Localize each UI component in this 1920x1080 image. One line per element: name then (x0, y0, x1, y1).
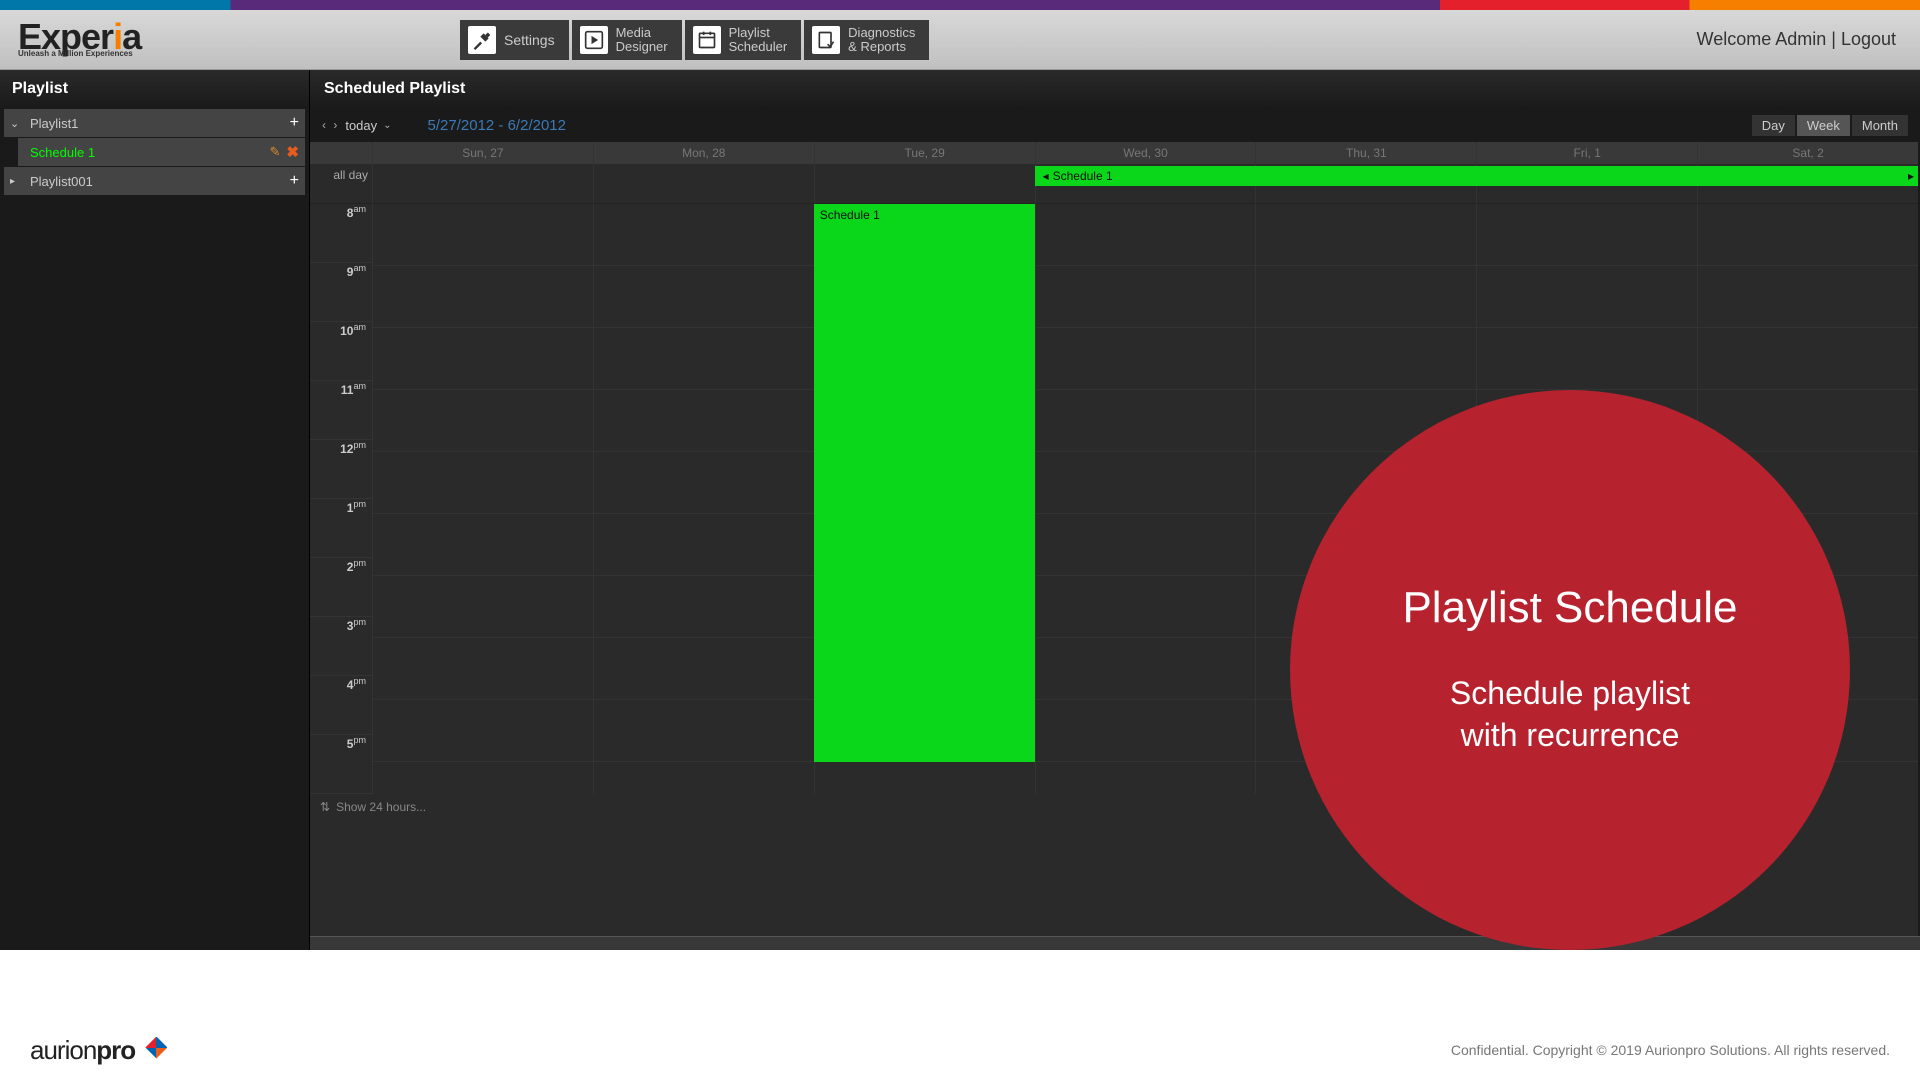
nav-settings[interactable]: Settings (460, 20, 569, 60)
calendar-toolbar: ‹ › today ⌄ 5/27/2012 - 6/2/2012 Day Wee… (310, 108, 1920, 142)
time-label: 9am (310, 263, 372, 322)
time-label: 1pm (310, 499, 372, 558)
day-header: Tue, 29 (814, 142, 1035, 164)
playlist-label: Playlist001 (24, 174, 290, 189)
allday-label: all day (310, 164, 372, 203)
date-range-label: 5/27/2012 - 6/2/2012 (428, 117, 566, 134)
report-icon (812, 26, 840, 54)
nav-buttons: Settings Media Designer Playlist Schedul… (460, 20, 929, 60)
wrench-icon (468, 26, 496, 54)
view-month[interactable]: Month (1852, 115, 1908, 136)
copyright-text: Confidential. Copyright © 2019 Aurionpro… (1451, 1042, 1890, 1058)
sidebar: Playlist ⌄ Playlist1 + Schedule 1 ✎ ✖ ▸ … (0, 70, 310, 950)
time-label: 10am (310, 322, 372, 381)
day-header: Thu, 31 (1255, 142, 1476, 164)
today-button[interactable]: today (345, 118, 377, 133)
nav-settings-label: Settings (504, 32, 555, 48)
time-label: 3pm (310, 617, 372, 676)
callout-title: Playlist Schedule (1402, 583, 1737, 633)
allday-row: all day ◂ Schedule 1 ▸ (310, 164, 1918, 204)
add-icon[interactable]: + (290, 114, 299, 132)
time-labels: 8am9am10am11am12pm1pm2pm3pm4pm5pm (310, 204, 372, 794)
nav-diag-label: Diagnostics & Reports (848, 26, 915, 55)
time-label: 8am (310, 204, 372, 263)
nav-diagnostics[interactable]: Diagnostics & Reports (804, 20, 929, 60)
view-switcher: Day Week Month (1752, 115, 1908, 136)
prev-next-arrows[interactable]: ‹ › (322, 118, 339, 132)
day-header: Mon, 28 (593, 142, 814, 164)
time-label: 4pm (310, 676, 372, 735)
nav-media-designer[interactable]: Media Designer (572, 20, 682, 60)
sidebar-title: Playlist (0, 70, 309, 108)
tagline: Unleash a Million Experiences (18, 49, 141, 58)
logout-link[interactable]: Logout (1841, 29, 1896, 49)
day-header: Sat, 2 (1697, 142, 1918, 164)
footer-flag-icon (145, 1037, 167, 1059)
allday-cells: ◂ Schedule 1 ▸ (372, 164, 1918, 203)
left-continue-icon: ◂ (1043, 169, 1049, 183)
main-title: Scheduled Playlist (310, 70, 1920, 108)
playlist-row-playlist1[interactable]: ⌄ Playlist1 + (4, 109, 305, 137)
day-header: Wed, 30 (1035, 142, 1256, 164)
show-24h-link[interactable]: Show 24 hours... (336, 800, 426, 814)
right-continue-icon: ▸ (1908, 169, 1914, 183)
playlist-row-playlist001[interactable]: ▸ Playlist001 + (4, 167, 305, 195)
play-icon (580, 26, 608, 54)
calendar-icon (693, 26, 721, 54)
allday-event-schedule1[interactable]: ◂ Schedule 1 ▸ (1035, 166, 1918, 186)
nav-playlist-scheduler[interactable]: Playlist Scheduler (685, 20, 802, 60)
logo-block: Experia Unleash a Million Experiences (0, 21, 141, 58)
view-day[interactable]: Day (1752, 115, 1795, 136)
callout-subtitle: Schedule playlist with recurrence (1450, 673, 1690, 756)
day-column[interactable] (372, 204, 593, 794)
scrollbar-area[interactable] (310, 936, 1920, 950)
app-header: Experia Unleash a Million Experiences Se… (0, 10, 1920, 70)
add-icon[interactable]: + (290, 172, 299, 190)
chevron-right-icon[interactable]: ▸ (10, 176, 24, 187)
chevron-down-icon[interactable]: ⌄ (10, 117, 24, 130)
day-headers: Sun, 27 Mon, 28 Tue, 29 Wed, 30 Thu, 31 … (310, 142, 1918, 164)
day-header: Sun, 27 (372, 142, 593, 164)
day-column[interactable] (593, 204, 814, 794)
timed-event-schedule1[interactable]: Schedule 1 (814, 204, 1035, 762)
welcome-text: Welcome Admin | Logout (1697, 29, 1896, 50)
day-column[interactable] (1035, 204, 1256, 794)
page-footer: aurionpro Confidential. Copyright © 2019… (0, 1020, 1920, 1080)
time-label: 12pm (310, 440, 372, 499)
pencil-icon[interactable]: ✎ (270, 144, 281, 160)
callout-bubble: Playlist Schedule Schedule playlist with… (1290, 390, 1850, 950)
schedule-label: Schedule 1 (24, 145, 270, 160)
day-header: Fri, 1 (1476, 142, 1697, 164)
schedule-row-schedule1[interactable]: Schedule 1 ✎ ✖ (18, 138, 305, 166)
nav-media-label: Media Designer (616, 26, 668, 55)
nav-playlist-label: Playlist Scheduler (729, 26, 788, 55)
expand-icon[interactable]: ⇅ (320, 800, 330, 814)
time-label: 2pm (310, 558, 372, 617)
time-label: 5pm (310, 735, 372, 794)
view-week[interactable]: Week (1797, 115, 1850, 136)
top-color-stripe (0, 0, 1920, 10)
dropdown-chevron-icon[interactable]: ⌄ (383, 120, 391, 131)
footer-logo: aurionpro (30, 1035, 167, 1066)
time-label: 11am (310, 381, 372, 440)
delete-x-icon[interactable]: ✖ (286, 143, 299, 161)
playlist-label: Playlist1 (24, 116, 290, 131)
